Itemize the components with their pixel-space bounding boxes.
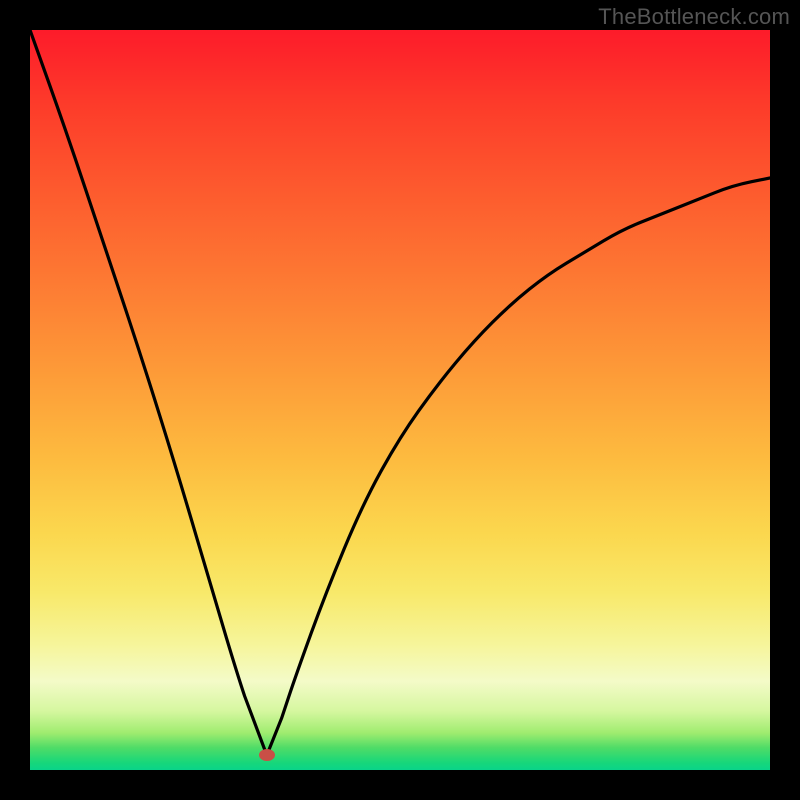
bottleneck-curve xyxy=(30,30,770,770)
bottleneck-minimum-dot xyxy=(259,749,275,761)
watermark-text: TheBottleneck.com xyxy=(598,4,790,30)
plot-area xyxy=(30,30,770,770)
chart-frame: TheBottleneck.com xyxy=(0,0,800,800)
